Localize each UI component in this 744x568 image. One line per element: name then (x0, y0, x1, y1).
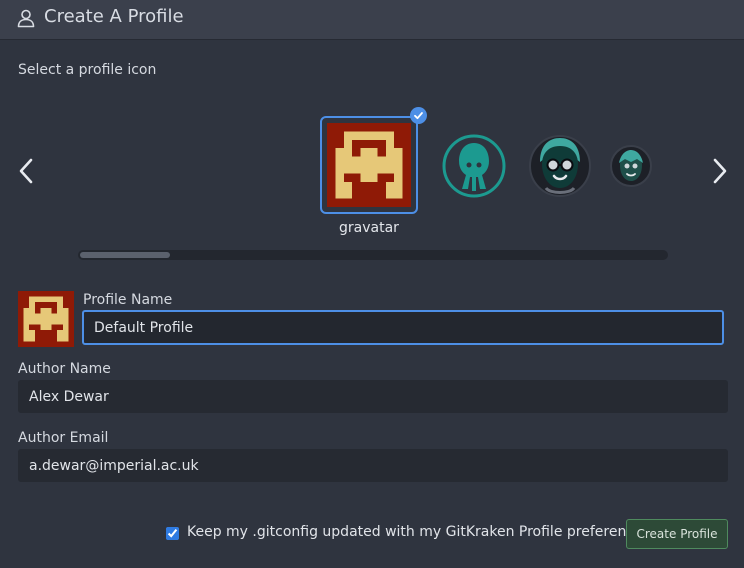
user-icon (17, 9, 35, 28)
author-email-label: Author Email (18, 430, 109, 446)
profile-name-label: Profile Name (83, 292, 173, 308)
create-profile-button[interactable]: Create Profile (626, 519, 728, 549)
icon-picker-label: Select a profile icon (18, 62, 157, 78)
keif-small-icon[interactable] (609, 144, 653, 188)
gravatar-icon-option[interactable] (320, 116, 418, 214)
previous-arrow-icon[interactable] (16, 156, 36, 186)
gitconfig-checkbox[interactable] (166, 527, 179, 540)
author-email-input[interactable] (18, 449, 728, 482)
gravatar-icon (327, 123, 411, 207)
title-bar: Create A Profile (0, 0, 744, 40)
profile-name-input[interactable] (82, 310, 724, 345)
gitkraken-squid-icon[interactable] (441, 133, 507, 199)
keif-glasses-icon[interactable] (528, 134, 592, 198)
author-name-input[interactable] (18, 380, 728, 413)
profile-avatar (18, 291, 74, 347)
selected-icon-label: gravatar (339, 220, 399, 236)
selected-check-icon (410, 107, 427, 124)
page-title: Create A Profile (44, 6, 184, 27)
author-name-label: Author Name (18, 361, 111, 377)
icon-scrollbar-thumb[interactable] (80, 252, 170, 258)
next-arrow-icon[interactable] (710, 156, 730, 186)
gitconfig-checkbox-label[interactable]: Keep my .gitconfig updated with my GitKr… (187, 524, 650, 540)
